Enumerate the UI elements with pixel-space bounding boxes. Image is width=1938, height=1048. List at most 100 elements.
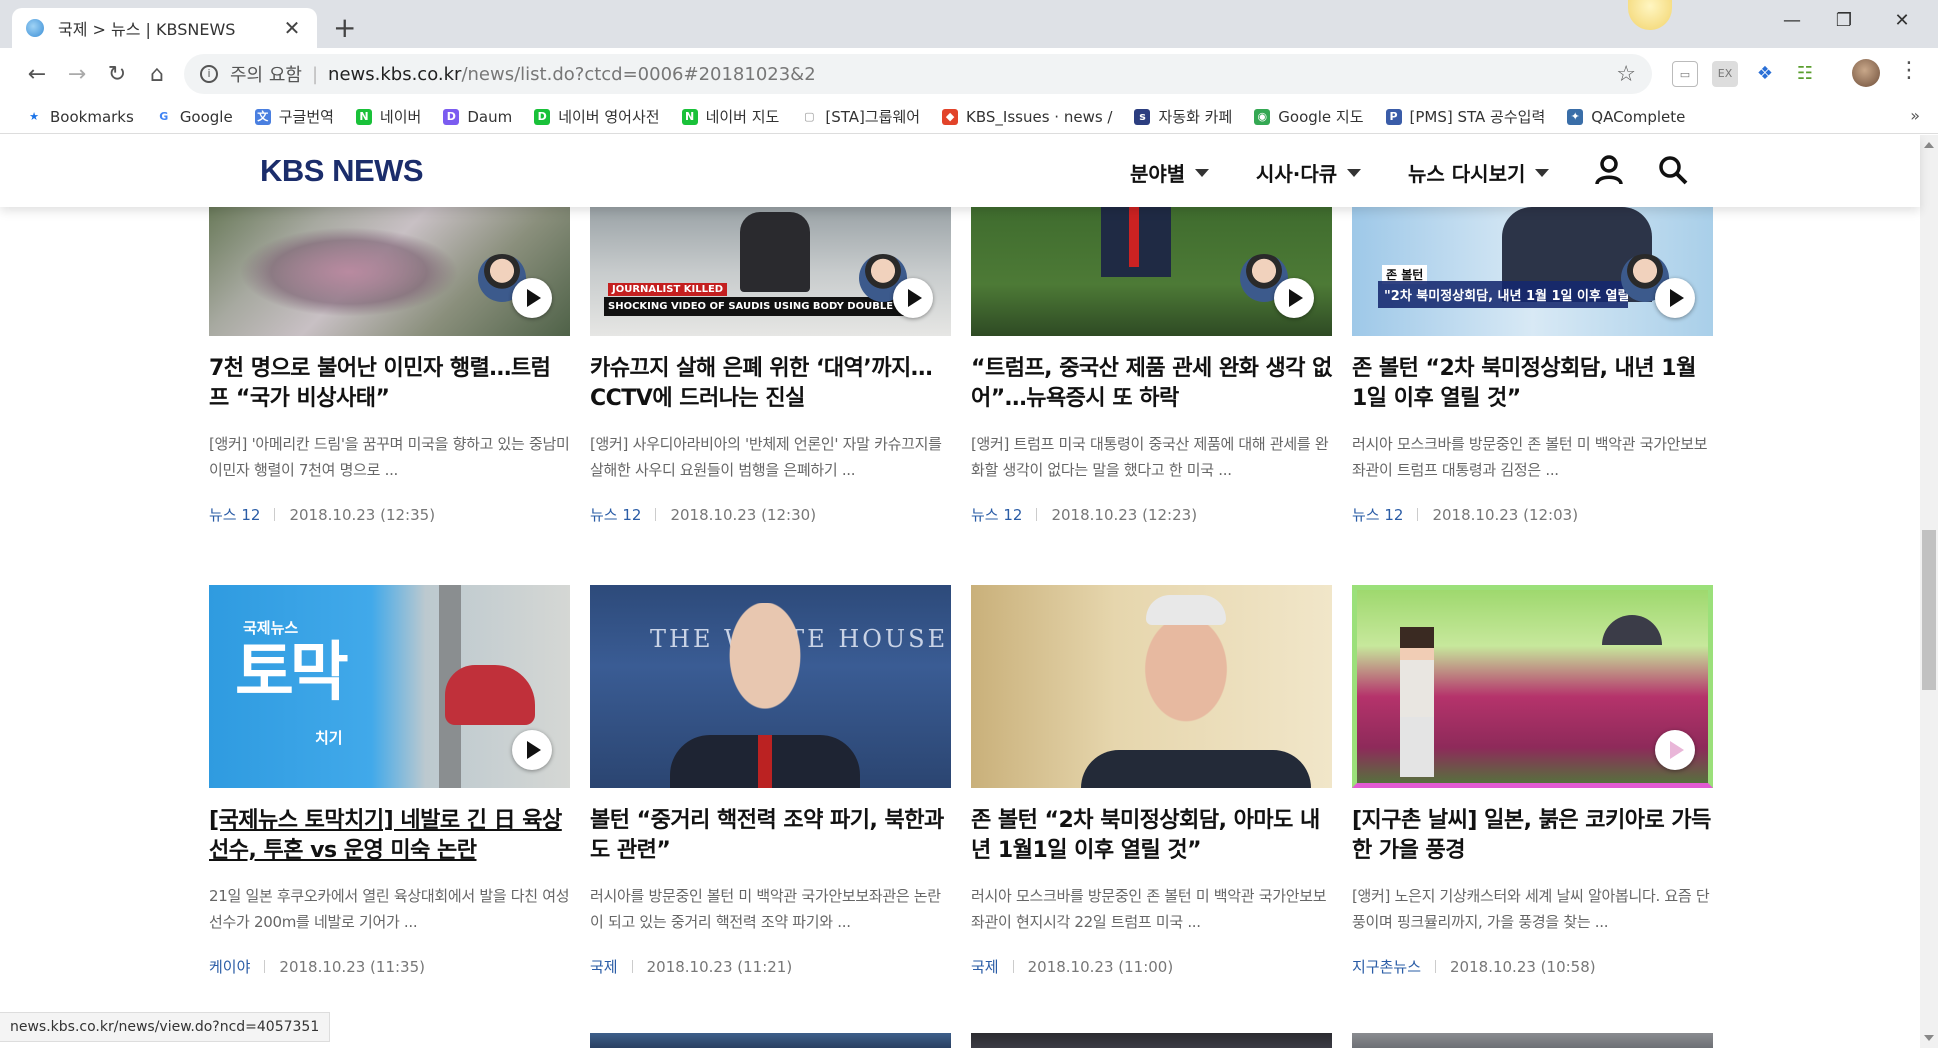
news-card[interactable]: JOURNALIST KILLED SHOCKING VIDEO OF SAUD…	[590, 207, 951, 525]
news-summary[interactable]: [앵커] 사우디아라비아의 '반체제 언론인' 자말 카슈끄지를 살해한 사우디…	[590, 431, 951, 483]
news-summary[interactable]: 러시아 모스크바를 방문중인 존 볼턴 미 백악관 국가안보보좌관이 현지시각 …	[971, 883, 1332, 935]
nav-current-affairs[interactable]: 시사·다큐	[1256, 158, 1362, 187]
bookmark-item[interactable]: ▢ [STA]그룹웨어	[801, 106, 920, 127]
news-thumbnail[interactable]	[1352, 585, 1713, 788]
reload-icon[interactable]: ↻	[102, 60, 132, 90]
news-summary[interactable]: 러시아 모스크바를 방문중인 존 볼턴 미 백악관 국가안보보좌관이 트럼프 대…	[1352, 431, 1713, 483]
minimize-icon[interactable]: —	[1772, 10, 1812, 31]
bookmark-item[interactable]: D 네이버 영어사전	[534, 106, 660, 127]
bookmark-item[interactable]: ★ Bookmarks	[26, 108, 134, 126]
play-icon[interactable]	[1274, 278, 1314, 318]
news-thumbnail[interactable]: 존 볼턴 "2차 북미정상회담, 내년 1월 1일 이후 열릴 것"	[1352, 207, 1713, 336]
news-category[interactable]: 국제	[971, 956, 999, 977]
nav-replay[interactable]: 뉴스 다시보기	[1408, 158, 1550, 187]
bookmark-item[interactable]: N 네이버	[355, 106, 421, 127]
browser-menu-icon[interactable]: ⋮	[1898, 58, 1920, 83]
news-category[interactable]: 지구촌뉴스	[1352, 956, 1421, 977]
home-icon[interactable]: ⌂	[142, 60, 172, 90]
bookmark-item[interactable]: ◉ Google 지도	[1254, 106, 1364, 127]
page-scrollbar[interactable]	[1920, 135, 1938, 1048]
news-thumbnail[interactable]	[971, 207, 1332, 336]
bookmark-item[interactable]: ✦ QAComplete	[1567, 108, 1685, 126]
bookmark-item[interactable]: 文 구글번역	[254, 106, 334, 127]
news-title[interactable]: 7천 명으로 불어난 이민자 행렬…트럼프 “국가 비상사태”	[209, 354, 570, 414]
bookmark-item[interactable]: G Google	[156, 108, 232, 126]
restore-icon[interactable]: ❐	[1824, 10, 1864, 31]
profile-avatar[interactable]	[1852, 59, 1880, 87]
info-icon[interactable]: i	[200, 65, 218, 83]
play-icon[interactable]	[512, 278, 552, 318]
news-title[interactable]: “트럼프, 중국산 제품 관세 완화 생각 없어”…뉴욕증시 또 하락	[971, 354, 1332, 414]
play-icon[interactable]	[1655, 730, 1695, 770]
bookmark-item[interactable]: D Daum	[443, 108, 512, 126]
news-title[interactable]: [지구촌 날씨] 일본, 붉은 코키아로 가득한 가을 풍경	[1352, 806, 1713, 866]
news-date: 2018.10.23 (10:58)	[1450, 957, 1596, 976]
search-icon[interactable]	[1656, 153, 1690, 187]
news-thumbnail[interactable]: THE WHITE HOUSE	[590, 585, 951, 788]
news-date: 2018.10.23 (12:35)	[289, 505, 436, 524]
news-thumbnail-partial[interactable]	[590, 1033, 951, 1048]
scroll-thumb[interactable]	[1922, 530, 1936, 690]
bookmark-star-icon[interactable]: ☆	[1616, 62, 1636, 87]
news-card[interactable]: “트럼프, 중국산 제품 관세 완화 생각 없어”…뉴욕증시 또 하락 [앵커]…	[971, 207, 1332, 525]
cast-extension-icon[interactable]: ▭	[1672, 61, 1698, 87]
news-title[interactable]: 카슈끄지 살해 은폐 위한 ‘대역’까지…CCTV에 드러나는 진실	[590, 354, 951, 414]
news-card[interactable]: 국제뉴스 토막 치기 [국제뉴스 토막치기] 네발로 긴 日 육상선수, 투혼 …	[209, 585, 570, 977]
news-card[interactable]: THE WHITE HOUSE 볼턴 “중거리 핵전력 조약 파기, 북한과도 …	[590, 585, 951, 977]
news-category[interactable]: 국제	[590, 956, 618, 977]
news-card[interactable]: 존 볼턴 "2차 북미정상회담, 내년 1월 1일 이후 열릴 것" 존 볼턴 …	[1352, 207, 1713, 525]
nav-category[interactable]: 분야별	[1130, 158, 1210, 187]
ex-extension-icon[interactable]: EX	[1712, 61, 1738, 87]
bookmark-item[interactable]: N 네이버 지도	[681, 106, 779, 127]
news-title[interactable]: 존 볼턴 “2차 북미정상회담, 내년 1월 1일 이후 열릴 것”	[1352, 354, 1713, 414]
bookmarks-more-icon[interactable]: »	[1910, 106, 1920, 125]
news-title[interactable]: [국제뉴스 토막치기] 네발로 긴 日 육상선수, 투혼 vs 운영 미숙 논란	[209, 806, 570, 866]
news-thumbnail[interactable]: JOURNALIST KILLED SHOCKING VIDEO OF SAUD…	[590, 207, 951, 336]
news-card[interactable]: 7천 명으로 불어난 이민자 행렬…트럼프 “국가 비상사태” [앵커] '아메…	[209, 207, 570, 525]
scroll-down-icon[interactable]	[1924, 1035, 1934, 1041]
play-icon[interactable]	[893, 278, 933, 318]
news-thumbnail[interactable]: 국제뉴스 토막 치기	[209, 585, 570, 788]
bookmark-item[interactable]: ◆ KBS_Issues · news /	[942, 108, 1112, 126]
person-face-image	[700, 603, 830, 753]
news-category[interactable]: 뉴스 12	[590, 504, 641, 525]
forward-icon[interactable]: →	[62, 60, 92, 90]
news-thumbnail-partial[interactable]	[971, 1033, 1332, 1048]
news-thumbnail-partial[interactable]	[1352, 1033, 1713, 1048]
bookmark-item[interactable]: P [PMS] STA 공수입력	[1385, 106, 1545, 127]
new-tab-button[interactable]: +	[333, 12, 356, 44]
bookmarks-bar: ★ Bookmarks G Google 文 구글번역 N 네이버 D Daum D 네이버 영어사전…	[0, 100, 1938, 134]
news-summary[interactable]: 21일 일본 후쿠오카에서 열린 육상대회에서 발을 다친 여성 선수가 200…	[209, 883, 570, 935]
news-title[interactable]: 볼턴 “중거리 핵전력 조약 파기, 북한과도 관련”	[590, 806, 951, 866]
news-card[interactable]: 존 볼턴 “2차 북미정상회담, 아마도 내년 1월1일 이후 열릴 것” 러시…	[971, 585, 1332, 977]
news-summary[interactable]: [앵커] 트럼프 미국 대통령이 중국산 제품에 대해 관세를 완화할 생각이 …	[971, 431, 1332, 483]
close-tab-icon[interactable]: ✕	[281, 16, 303, 40]
news-card[interactable]: [지구촌 날씨] 일본, 붉은 코키아로 가득한 가을 풍경 [앵커] 노은지 …	[1352, 585, 1713, 977]
kbs-news-logo[interactable]: KBS NEWS	[260, 153, 424, 189]
play-icon[interactable]	[512, 730, 552, 770]
user-icon[interactable]	[1592, 153, 1626, 187]
window-close-icon[interactable]: ✕	[1882, 10, 1922, 31]
bookmark-label: 자동화 카페	[1158, 108, 1233, 126]
news-category[interactable]: 뉴스 12	[209, 504, 260, 525]
news-thumbnail[interactable]	[209, 207, 570, 336]
news-title[interactable]: 존 볼턴 “2차 북미정상회담, 아마도 내년 1월1일 이후 열릴 것”	[971, 806, 1332, 866]
security-status[interactable]: 주의 요함	[230, 61, 302, 87]
news-category[interactable]: 케이야	[209, 956, 250, 977]
arrows-extension-icon[interactable]: ❖	[1752, 61, 1778, 87]
news-summary[interactable]: [앵커] '아메리칸 드림'을 꿈꾸며 미국을 향하고 있는 중남미 이민자 행…	[209, 431, 570, 483]
ladder-extension-icon[interactable]: ☷	[1792, 61, 1818, 87]
play-icon[interactable]	[1655, 278, 1695, 318]
bookmark-item[interactable]: s 자동화 카페	[1134, 106, 1232, 127]
news-summary[interactable]: 러시아를 방문중인 볼턴 미 백악관 국가안보보좌관은 논란이 되고 있는 중거…	[590, 883, 951, 935]
overlay-caption: SHOCKING VIDEO OF SAUDIS USING BODY DOUB…	[604, 297, 904, 316]
news-thumbnail[interactable]	[971, 585, 1332, 788]
address-bar[interactable]: i 주의 요함 | news.kbs.co.kr /news/list.do?c…	[184, 54, 1652, 94]
news-category[interactable]: 뉴스 12	[971, 504, 1022, 525]
news-summary[interactable]: [앵커] 노은지 기상캐스터와 세계 날씨 알아봅니다. 요즘 단풍이며 핑크뮬…	[1352, 883, 1713, 935]
news-category[interactable]: 뉴스 12	[1352, 504, 1403, 525]
browser-tab-active[interactable]: 국제 > 뉴스 | KBSNEWS ✕	[12, 8, 317, 48]
hair-image	[1146, 595, 1226, 625]
back-icon[interactable]: ←	[22, 60, 52, 90]
scroll-up-icon[interactable]	[1924, 142, 1934, 148]
